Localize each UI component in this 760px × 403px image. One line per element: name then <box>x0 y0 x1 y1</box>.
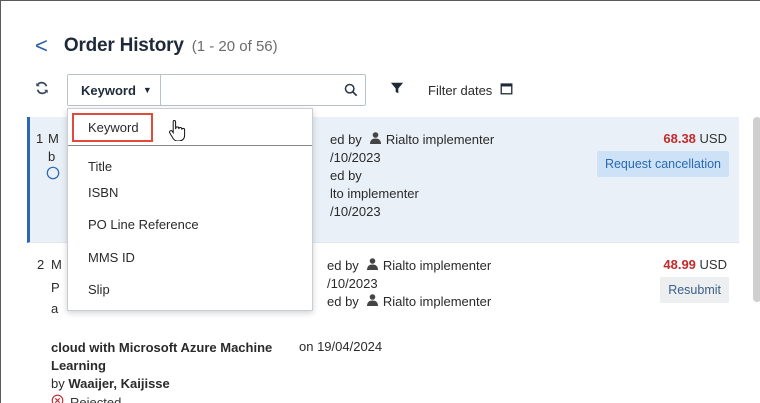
back-button[interactable]: < <box>35 35 48 57</box>
search-group: Keyword ▼ <box>67 74 366 106</box>
ordered-by-line: ed by Rialto implementer <box>330 131 494 149</box>
hand-cursor-icon <box>168 119 186 146</box>
updated-by-prefix: ed by <box>330 168 362 183</box>
ordered-by-name: Rialto implementer <box>382 258 492 273</box>
updated-by-name: Rialto implementer <box>382 294 492 309</box>
order-title-fragment: P <box>51 280 60 295</box>
search-field-label: Keyword <box>81 82 136 98</box>
search-field-select[interactable]: Keyword ▼ <box>68 75 161 105</box>
updated-by-prefix: ed by <box>327 294 359 309</box>
dropdown-option-keyword[interactable]: Keyword <box>72 113 153 142</box>
ordered-by-prefix: ed by <box>327 258 359 273</box>
ordered-by-line: ed by Rialto implementer <box>327 257 491 275</box>
search-field-dropdown: Keyword Title ISBN PO Line Reference MMS… <box>67 108 313 311</box>
scrollbar[interactable] <box>753 117 760 302</box>
authors-prefix: by <box>51 376 65 391</box>
price-currency: USD <box>699 131 727 146</box>
order-number: 2 <box>37 257 45 272</box>
dropdown-option-title[interactable]: Title <box>88 159 112 174</box>
filter-dates-label: Filter dates <box>428 82 493 98</box>
filter-dates-button[interactable]: Filter dates <box>428 82 513 98</box>
order-title-fragment: a <box>51 301 59 316</box>
refresh-icon[interactable] <box>35 81 49 100</box>
search-icon[interactable] <box>337 75 365 105</box>
order-title-fragment: M <box>48 131 59 146</box>
order-title-fragment: M <box>51 257 62 272</box>
status-text: Rejected <box>70 394 122 403</box>
page-title: Order History <box>63 35 184 56</box>
result-count: (1 - 20 of 56) <box>191 37 278 55</box>
resubmit-button[interactable]: Resubmit <box>660 277 729 303</box>
person-icon <box>366 257 378 275</box>
order-meta: ed by Rialto implementer /10/2023 ed by … <box>327 257 491 311</box>
person-icon <box>369 131 381 149</box>
authors-name: Waaijer, Kaijisse <box>68 376 170 391</box>
price-amount: 48.99 <box>663 257 696 272</box>
page-header: < Order History (1 - 20 of 56) <box>35 35 278 57</box>
ordered-by-name: Rialto implementer <box>385 132 495 147</box>
order-price: 68.38 USD <box>663 131 727 146</box>
updated-date: /10/2023 <box>330 204 381 219</box>
order-title-line: cloud with Microsoft Azure Machine <box>51 340 273 355</box>
order-title-line: Learning <box>51 358 106 373</box>
updated-by-name: lto implementer <box>330 186 419 201</box>
status-icon <box>46 166 60 183</box>
calendar-icon <box>500 82 513 98</box>
rejected-icon <box>51 394 64 403</box>
dropdown-divider <box>68 145 312 146</box>
dropdown-option-slip[interactable]: Slip <box>88 282 110 297</box>
person-icon <box>366 293 378 311</box>
dropdown-option-mms-id[interactable]: MMS ID <box>88 250 135 265</box>
dropdown-option-isbn[interactable]: ISBN <box>88 185 118 200</box>
ordered-by-prefix: ed by <box>330 132 362 147</box>
order-by-fragment: b <box>48 149 56 164</box>
filter-icon[interactable] <box>390 81 404 100</box>
order-meta: ed by Rialto implementer /10/2023 ed by … <box>330 131 494 221</box>
price-amount: 68.38 <box>663 131 696 146</box>
order-authors: by Waaijer, Kaijisse <box>51 376 170 391</box>
request-cancellation-button[interactable]: Request cancellation <box>596 151 729 177</box>
toolbar: Keyword ▼ Filter dates <box>35 73 513 107</box>
updated-by-line: ed by Rialto implementer <box>327 293 491 311</box>
order-number: 1 <box>36 131 44 146</box>
search-input[interactable] <box>161 75 337 105</box>
updated-on-date: on 19/04/2024 <box>299 339 383 354</box>
order-price: 48.99 USD <box>663 257 727 272</box>
price-currency: USD <box>699 257 727 272</box>
dropdown-option-po-line-reference[interactable]: PO Line Reference <box>88 217 199 232</box>
order-date: /10/2023 <box>327 276 378 291</box>
order-date: /10/2023 <box>330 150 381 165</box>
order-status: Rejected <box>51 394 121 403</box>
order-history-page: < Order History (1 - 20 of 56) Keyword ▼… <box>0 0 760 403</box>
chevron-down-icon: ▼ <box>142 85 152 95</box>
